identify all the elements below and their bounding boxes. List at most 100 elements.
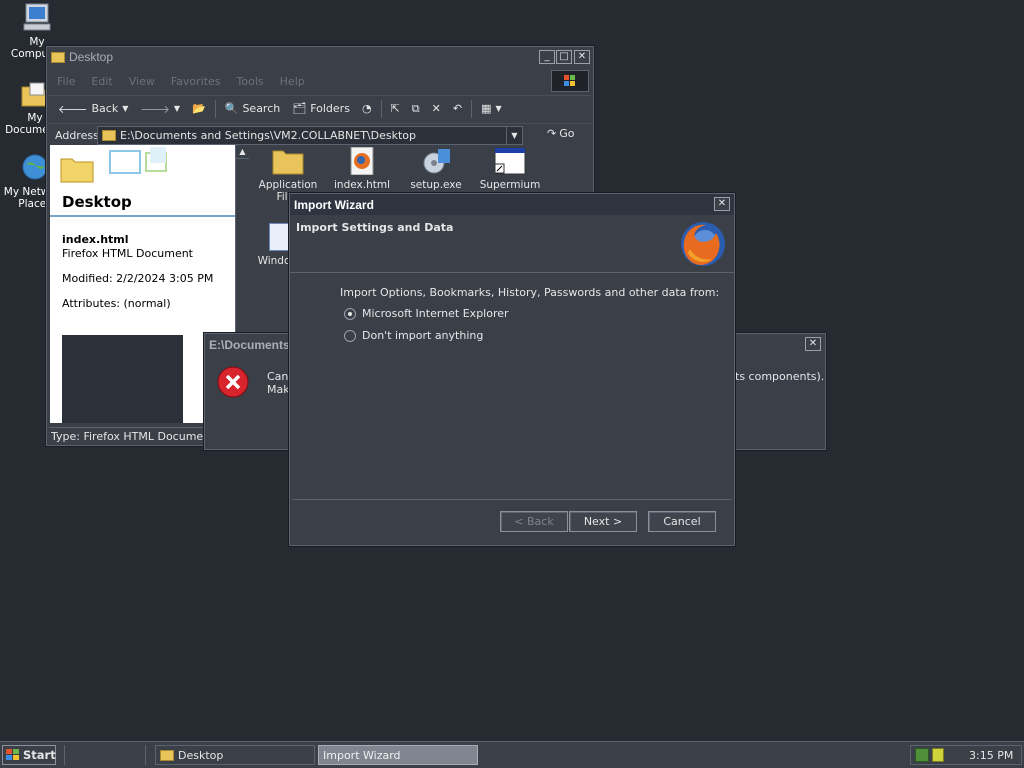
radio-label: Microsoft Internet Explorer: [362, 307, 509, 320]
taskbar-button-desktop[interactable]: Desktop: [155, 745, 315, 765]
go-arrow-icon: ↷: [547, 127, 557, 140]
toolbar-separator: [380, 99, 382, 118]
details-header-line: [50, 215, 235, 217]
import-wizard-window: Import Wizard ✕ Import Settings and Data…: [289, 193, 735, 546]
search-icon: 🔍: [224, 102, 239, 115]
folders-button[interactable]: 🗂 Folders: [289, 102, 353, 115]
details-preview-box: [62, 335, 183, 423]
menu-file[interactable]: File: [57, 75, 75, 88]
maximize-button[interactable]: □: [556, 50, 572, 64]
chevron-down-icon[interactable]: ▼: [495, 104, 501, 113]
wizard-prompt: Import Options, Bookmarks, History, Pass…: [340, 286, 720, 299]
folder-icon: [102, 130, 116, 141]
menu-favorites[interactable]: Favorites: [171, 75, 221, 88]
file-item-setup-exe[interactable]: setup.exe: [401, 147, 471, 191]
folders-icon: 🗂: [292, 102, 307, 115]
radio-option-internet-explorer[interactable]: Microsoft Internet Explorer: [344, 307, 509, 320]
delete-button[interactable]: ✕: [429, 102, 444, 115]
up-folder-button[interactable]: 📂: [189, 102, 209, 115]
radio-button-unselected[interactable]: [344, 329, 356, 342]
taskbar-button-import-wizard[interactable]: Import Wizard: [318, 745, 478, 765]
wizard-title-bar[interactable]: Import Wizard ✕: [290, 194, 734, 215]
address-dropdown-button[interactable]: ▼: [506, 127, 522, 144]
error-icon: [217, 366, 249, 398]
security-tray-icon[interactable]: [932, 748, 944, 762]
back-button[interactable]: 🡐 Back ▼: [55, 102, 131, 116]
explorer-title-bar[interactable]: Desktop _ □ ✕: [47, 47, 593, 67]
search-label: Search: [242, 102, 281, 115]
firefox-document-icon: [346, 146, 378, 176]
folder-icon: [160, 749, 174, 761]
close-button[interactable]: ✕: [574, 50, 590, 64]
start-button[interactable]: Start: [2, 745, 56, 765]
go-label: Go: [559, 127, 575, 140]
undo-icon: ↶: [452, 102, 463, 115]
cancel-button[interactable]: Cancel: [648, 511, 716, 532]
menu-view[interactable]: View: [129, 75, 155, 88]
windows-flag-icon: [6, 749, 20, 761]
network-tray-icon[interactable]: [915, 748, 929, 762]
menu-tools[interactable]: Tools: [237, 75, 264, 88]
wizard-heading: Import Settings and Data: [296, 221, 454, 234]
taskbar-label: Import Wizard: [323, 748, 401, 762]
radio-button-selected[interactable]: [344, 307, 356, 320]
setup-icon: [420, 147, 452, 175]
copy-to-button[interactable]: ⧉: [409, 102, 423, 116]
taskbar-label: Desktop: [178, 748, 224, 762]
move-to-button[interactable]: ⇱: [388, 102, 403, 115]
forward-arrow-icon: 🡒: [140, 102, 170, 116]
file-item-supermium[interactable]: Supermium: [475, 147, 545, 191]
move-to-icon: ⇱: [390, 102, 400, 115]
menu-edit[interactable]: Edit: [91, 75, 112, 88]
menu-help[interactable]: Help: [280, 75, 305, 88]
toolbar-separator: [471, 99, 473, 118]
history-icon: ◔: [361, 102, 372, 115]
wizard-title: Import Wizard: [294, 197, 374, 212]
shortcut-icon: [494, 147, 526, 175]
wizard-header: Import Settings and Data: [290, 215, 734, 273]
back-button[interactable]: < Back: [500, 511, 568, 532]
file-label: index.html: [334, 179, 390, 191]
go-button[interactable]: ↷ Go: [547, 127, 574, 140]
firefox-logo-icon: [678, 219, 728, 269]
next-button[interactable]: Next >: [569, 511, 637, 532]
file-label: Supermium: [479, 179, 541, 191]
taskbar: [0, 741, 1024, 768]
large-folder-icon: [60, 155, 94, 183]
address-label: Address: [55, 129, 99, 142]
error-dialog-title: E:\Documents: [209, 337, 290, 352]
chevron-down-icon[interactable]: ▼: [122, 104, 128, 113]
scroll-up-arrow-icon[interactable]: ▲: [236, 145, 249, 159]
status-text: Type: Firefox HTML Document S: [51, 430, 225, 443]
close-button[interactable]: ✕: [714, 197, 730, 211]
close-button[interactable]: ✕: [805, 337, 821, 351]
forward-button[interactable]: 🡒 ▼: [137, 102, 183, 116]
views-button[interactable]: ▦ ▼: [478, 102, 505, 115]
details-header-title: Desktop: [62, 193, 132, 211]
computer-icon: [20, 2, 54, 34]
delete-icon: ✕: [431, 102, 441, 115]
menu-bar: File Edit View Favorites Tools Help: [49, 69, 591, 93]
error-message-tail: ts components).: [735, 370, 825, 383]
radio-label: Don't import anything: [362, 329, 484, 342]
back-label: Back: [91, 102, 119, 115]
undo-button[interactable]: ↶: [450, 102, 465, 115]
wizard-footer-divider: [292, 499, 732, 500]
back-arrow-icon: 🡐: [58, 102, 88, 116]
history-button[interactable]: ◔: [359, 102, 375, 115]
file-item-index-html[interactable]: index.html: [327, 146, 397, 191]
radio-option-dont-import[interactable]: Don't import anything: [344, 329, 483, 342]
quick-launch-area: [64, 745, 146, 765]
file-label: setup.exe: [410, 179, 462, 191]
views-grid-icon: ▦: [481, 102, 492, 115]
clock[interactable]: 3:15 PM: [969, 749, 1013, 762]
search-button[interactable]: 🔍 Search: [222, 102, 284, 115]
start-label: Start: [23, 748, 56, 762]
up-folder-icon: 📂: [192, 102, 206, 115]
address-value: E:\Documents and Settings\VM2.COLLABNET\…: [120, 129, 416, 142]
details-filetype: Firefox HTML Document: [62, 247, 193, 260]
minimize-button[interactable]: _: [539, 50, 555, 64]
details-modified: Modified: 2/2/2024 3:05 PM: [62, 272, 214, 285]
address-input[interactable]: E:\Documents and Settings\VM2.COLLABNET\…: [97, 126, 523, 145]
chevron-down-icon[interactable]: ▼: [174, 104, 180, 113]
